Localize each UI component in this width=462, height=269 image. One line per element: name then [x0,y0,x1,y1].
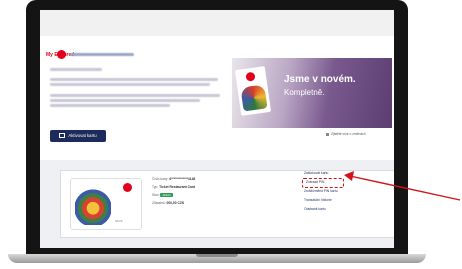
edenred-logo-icon [123,183,132,192]
activate-card-button[interactable]: Aktivovat kartu [50,130,106,142]
card-type-row: Typ: Ticket Restaurant Card [152,185,196,189]
blurred-paragraph-line [50,99,200,102]
highlight-box [302,178,344,188]
card-type-value: Ticket Restaurant Card [159,185,196,189]
laptop-notch [196,254,238,257]
blurred-paragraph-line [50,94,220,97]
blurred-header-name [70,53,134,56]
activate-card-label: Aktivovat kartu [68,133,97,138]
food-art-icon [240,84,268,112]
blurred-paragraph-line [50,78,218,81]
laptop-screen: My Edenred Aktivovat kartu Jsme v novém.… [40,10,394,248]
see-more-link[interactable]: Zjistěte více o změnách [326,132,366,136]
status-badge: Aktivní [160,193,173,197]
remove-card-link[interactable]: Odstranit kartu [304,207,326,211]
meal-card-image: 06/28 [70,178,142,230]
blurred-greeting [50,68,102,71]
edenred-logo-icon [245,71,256,82]
food-pile-icon [75,183,111,225]
card-balance-row: Zůstatek: 000,00 CZK [152,201,185,205]
block-card-link[interactable]: Zablokovat kartu [304,171,328,175]
laptop-frame: My Edenred Aktivovat kartu Jsme v novém.… [8,0,426,263]
card-icon [59,133,66,139]
card-status-row: Stav: Aktivní [152,193,173,197]
change-pin-link[interactable]: Zrušit/změnit PIN kartu [304,189,338,193]
blurred-paragraph-line [50,104,170,107]
top-strip [40,10,394,36]
banner-subline: Kompletně. [284,88,325,97]
banner-headline: Jsme v novém. [284,74,356,85]
card-balance-value: 000,00 CZK [166,201,185,205]
transaction-history-link[interactable]: Transakční historie [304,198,332,202]
card-number-row: Číslo karty: 6*************4148 [152,177,196,181]
blurred-paragraph-line [50,83,210,86]
card-art-number: 06/28 [115,219,123,223]
laptop-bezel: My Edenred Aktivovat kartu Jsme v novém.… [26,0,408,256]
card-number-value: 6*************4148 [169,177,196,181]
banner-card-image [234,66,272,116]
